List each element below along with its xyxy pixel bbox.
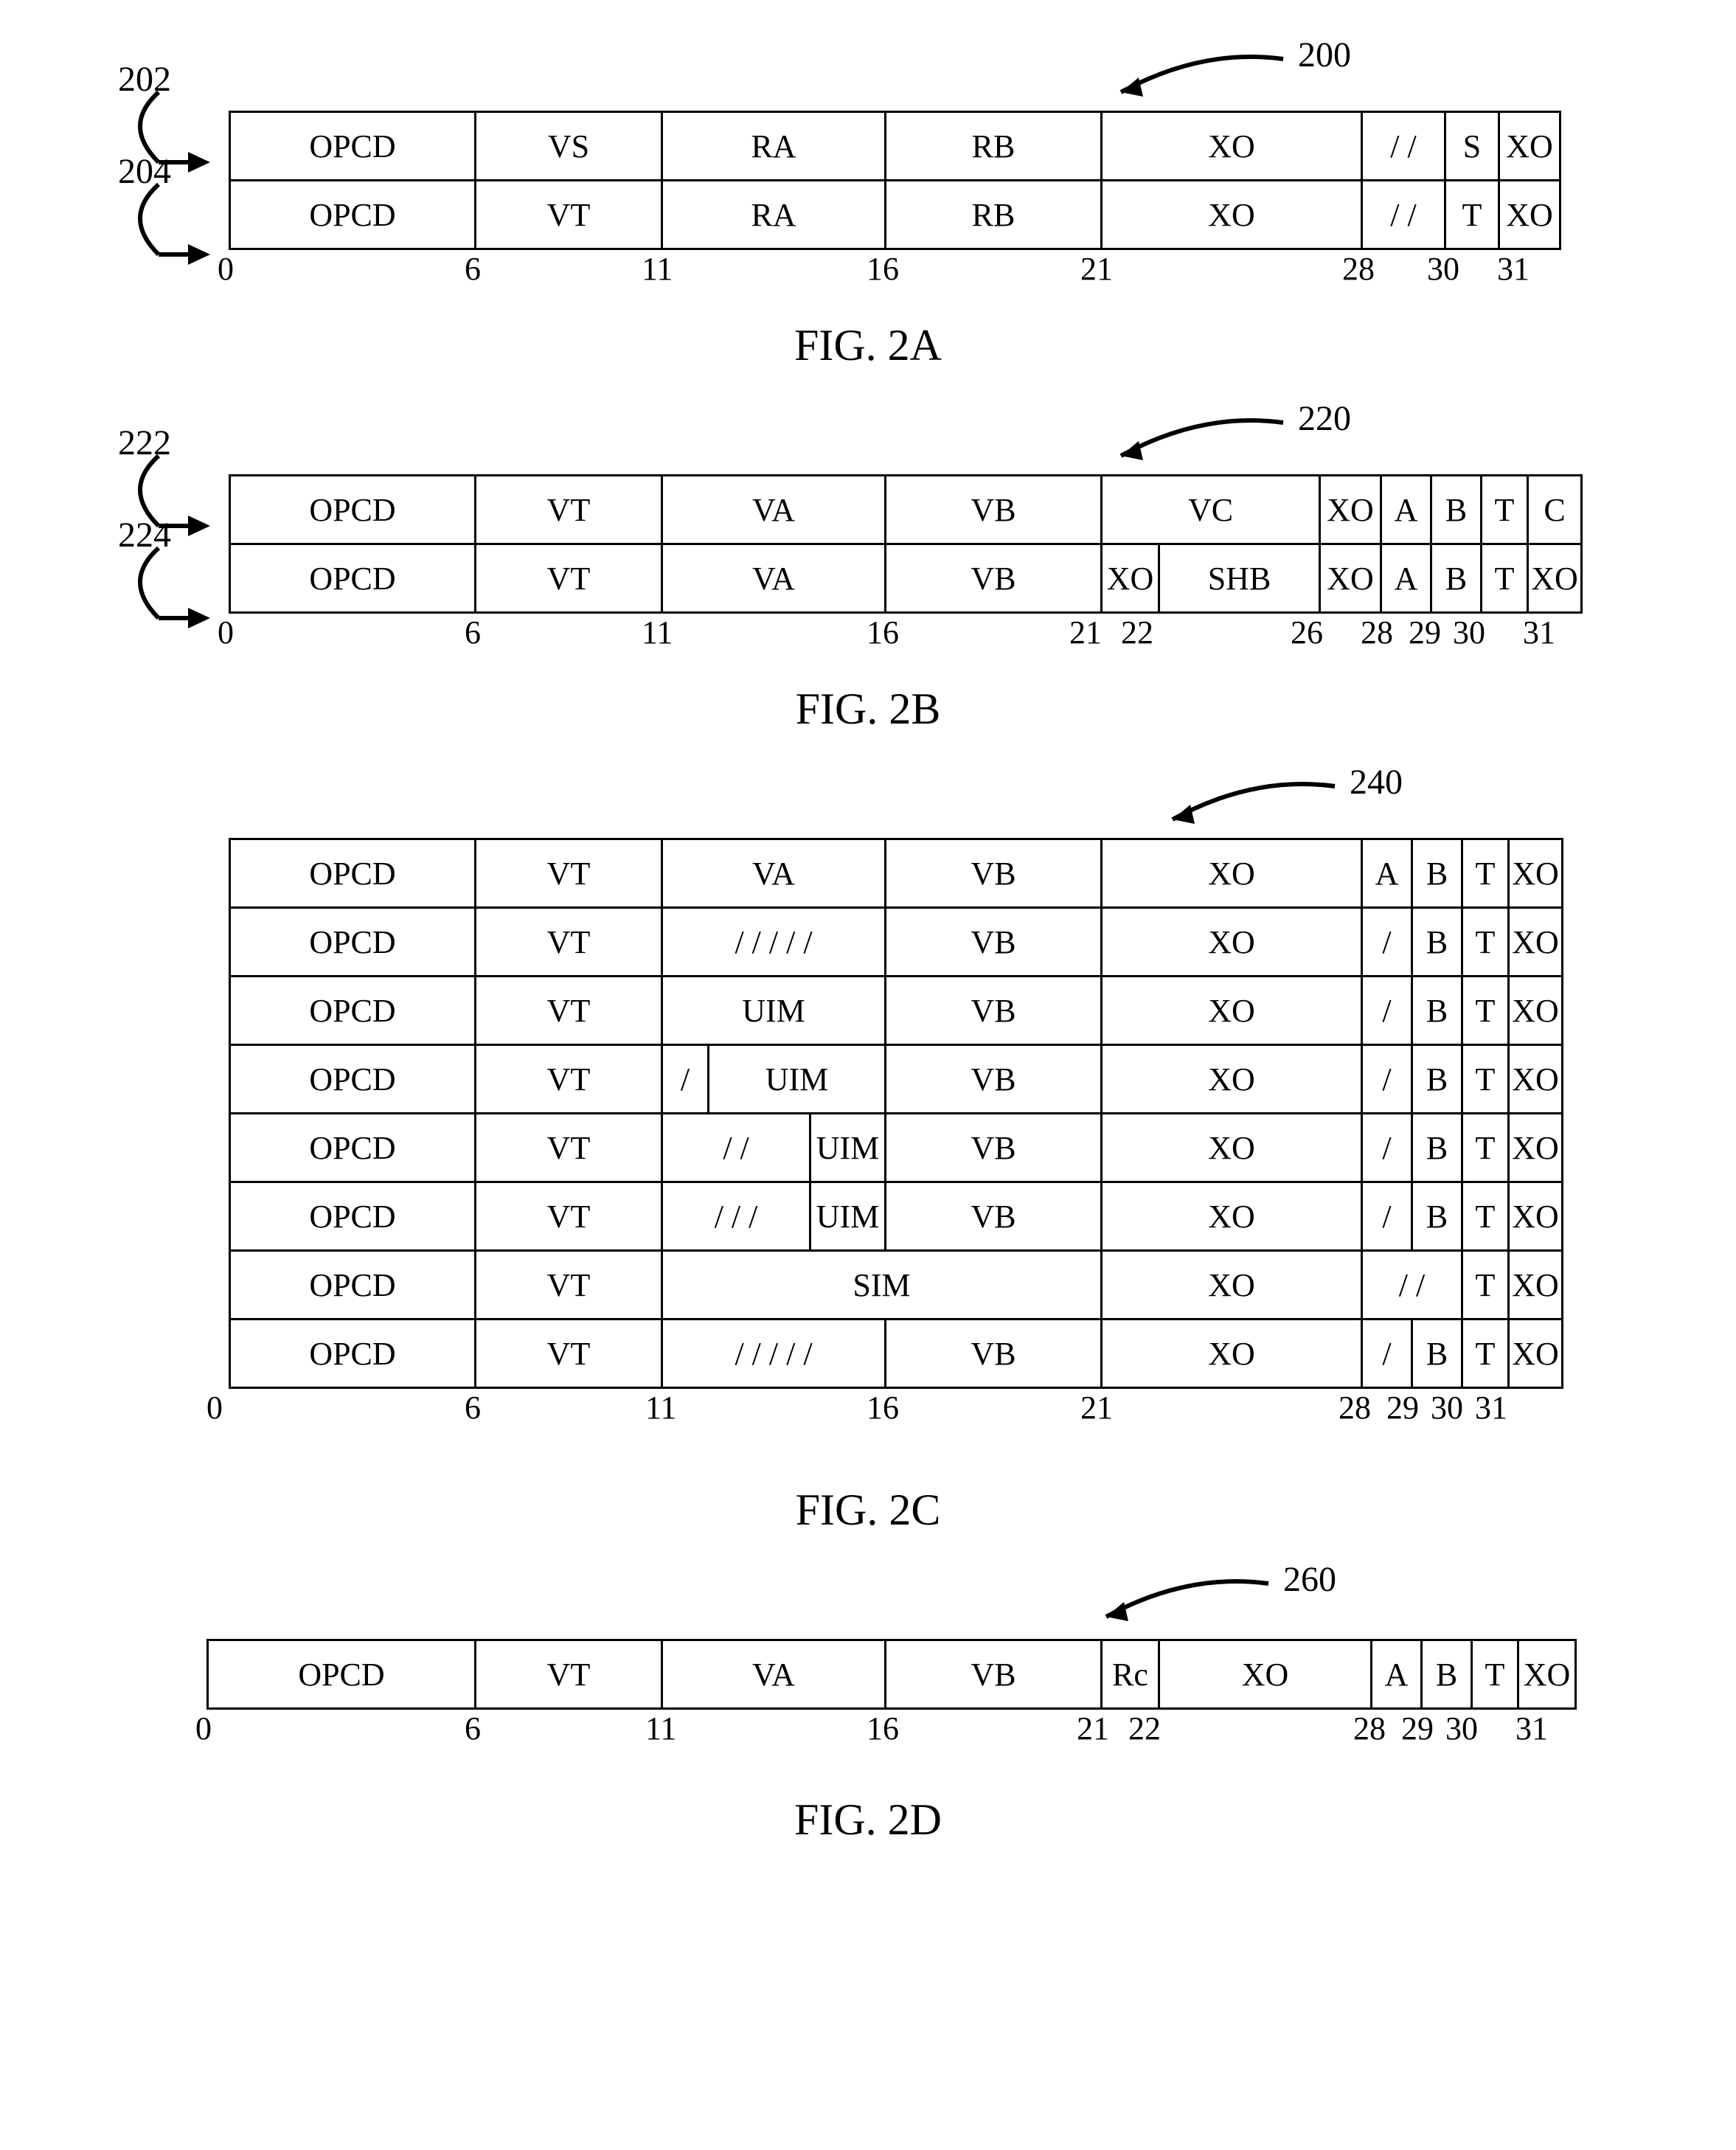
fig2c-r7: OPCDVT SIM XO / /TXO (230, 1251, 1563, 1320)
fig2c-bitscale: 0 6 11 16 21 28 29 30 31 (206, 1389, 1549, 1433)
fig2c-r4: OPCDVT / UIM VBXO /BTXO (230, 1045, 1563, 1114)
figure-2c: 240 OPCD VT VA VB XO A B T XO OPCDVT / /… (118, 838, 1618, 1536)
figure-2b: 220 222 224 OPCD VT VA VB VC XO A B T C … (118, 474, 1618, 735)
fig2b-bitscale: 0 6 11 16 21 22 26 28 29 30 31 (229, 614, 1571, 658)
fig2a-bitscale: 0 6 11 16 21 28 30 31 (229, 250, 1556, 294)
fig2d-bitscale: 0 6 11 16 21 22 28 29 30 31 (206, 1710, 1571, 1754)
side-label-204: 204 (118, 151, 171, 192)
fig2c-table: OPCD VT VA VB XO A B T XO OPCDVT / / / /… (229, 838, 1563, 1389)
fig2b-caption: FIG. 2B (118, 684, 1618, 735)
fig2d-table: OPCD VT VA VB Rc XO A B T XO (206, 1639, 1577, 1710)
fig2c-r5: OPCDVT / / UIM VBXO /BTXO (230, 1114, 1563, 1182)
side-label-224: 224 (118, 515, 171, 555)
side-label-222: 222 (118, 423, 171, 463)
fig2b-row1: OPCD VT VA VB VC XO A B T C (230, 476, 1582, 544)
fig2b-row2: OPCD VT VA VB XO SHB XO A B T XO (230, 544, 1582, 613)
fig2a-row2: OPCD VT RA RB XO / / T XO (230, 181, 1560, 249)
figure-2a: 200 202 204 OPCD VS RA RB XO / / S XO OP… (118, 111, 1618, 371)
fig2a-caption: FIG. 2A (118, 320, 1618, 371)
fig2c-r2: OPCDVT / / / / / VBXO /BTXO (230, 908, 1563, 977)
fig2c-caption: FIG. 2C (118, 1485, 1618, 1536)
fig2c-r8: OPCDVT / / / / / VBXO /BTXO (230, 1320, 1563, 1388)
fig2d-row: OPCD VT VA VB Rc XO A B T XO (208, 1640, 1576, 1709)
figure-2d: 260 OPCD VT VA VB Rc XO A B T XO 0 6 11 … (118, 1639, 1618, 1845)
fig2b-table: OPCD VT VA VB VC XO A B T C OPCD VT VA V… (229, 474, 1583, 614)
fig2a-table: OPCD VS RA RB XO / / S XO OPCD VT RA RB … (229, 111, 1561, 250)
fig2c-r3: OPCDVT UIM VBXO /BTXO (230, 977, 1563, 1045)
fig2d-caption: FIG. 2D (118, 1794, 1618, 1845)
side-label-202: 202 (118, 59, 171, 100)
fig2a-row1: OPCD VS RA RB XO / / S XO (230, 112, 1560, 181)
fig2c-r6: OPCDVT / / / UIM VBXO /BTXO (230, 1182, 1563, 1251)
fig2c-r1: OPCD VT VA VB XO A B T XO (230, 839, 1563, 908)
